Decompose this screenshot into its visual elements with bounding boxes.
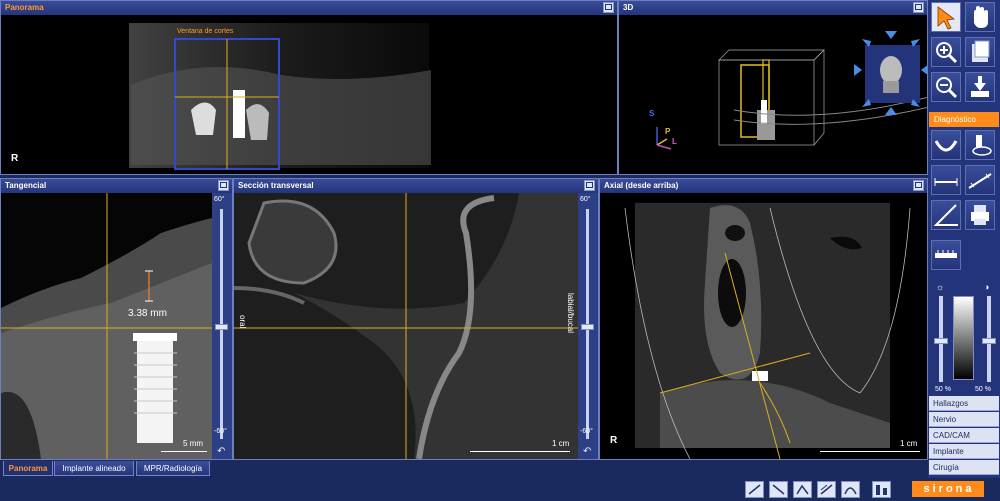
hand-icon: [974, 6, 988, 28]
zoom-out-icon: [936, 77, 958, 99]
maximize-icon[interactable]: [913, 180, 924, 191]
scale-ruler-icon: [935, 250, 957, 258]
maximize-icon[interactable]: [584, 180, 595, 191]
scale-bar: [470, 451, 570, 452]
zoom-in-button[interactable]: [931, 37, 961, 67]
slider-bottom-label: -60°: [580, 428, 593, 435]
view-mode-icon[interactable]: [745, 481, 764, 498]
maximize-icon[interactable]: [218, 180, 229, 191]
orientation-marker: R: [11, 153, 19, 164]
ruler-icon: [934, 178, 958, 186]
axis-l-label: L: [672, 137, 677, 146]
labial-bucal-label: labial/bucal: [566, 293, 575, 334]
contrast-icon: ◑: [984, 282, 990, 292]
tangential-panel: Tangencial 3.38 mm 5 mm 60° -60° ↶: [0, 178, 233, 460]
arrow-cursor-icon: [937, 6, 956, 30]
list-item-implante[interactable]: Implante: [929, 444, 999, 459]
slider-top-label: 60°: [214, 196, 225, 203]
tab-implante-alineado[interactable]: Implante alineado: [54, 461, 134, 476]
curve-edit-icon[interactable]: [841, 481, 860, 498]
contrast-slider-thumb[interactable]: [982, 338, 996, 344]
printer-icon: [971, 205, 989, 225]
pointer-tool-button[interactable]: [931, 2, 961, 32]
layout-button[interactable]: [965, 37, 995, 67]
reslice-icon[interactable]: [793, 481, 812, 498]
export-button[interactable]: [965, 72, 995, 102]
document-stack-icon: [972, 40, 990, 62]
arch-curve-icon: [934, 140, 958, 152]
panoramic-curve-button[interactable]: [931, 130, 961, 160]
tangential-view[interactable]: 3.38 mm 5 mm: [1, 193, 212, 459]
zoom-in-icon: [936, 42, 958, 64]
slider-bottom-label: -60°: [214, 428, 227, 435]
measurement-label: 3.38 mm: [128, 308, 167, 319]
slider-thumb[interactable]: [215, 324, 228, 330]
curved-measure-button[interactable]: [965, 165, 995, 195]
download-tray-icon: [971, 76, 989, 97]
pan-tool-button[interactable]: [965, 2, 995, 32]
cross-section-image: [234, 193, 578, 459]
list-item-hallazgos[interactable]: Hallazgos: [929, 396, 999, 411]
scale-label: 1 cm: [552, 439, 570, 448]
contrast-value: 50 %: [975, 386, 991, 393]
slider-thumb[interactable]: [581, 324, 594, 330]
3d-panel: 3D S P L: [618, 0, 928, 175]
tangential-title: Tangencial: [1, 179, 232, 193]
panorama-view[interactable]: Ventana de cortes R: [1, 15, 617, 174]
rotation-slider[interactable]: 60° -60° ↶: [578, 193, 598, 459]
grayscale-bar: [953, 296, 974, 380]
cross-section-title: Sección transversal: [234, 179, 598, 193]
axial-view[interactable]: R 1 cm: [600, 193, 927, 459]
orientation-marker: R: [610, 435, 618, 446]
scale-label: 5 mm: [183, 439, 203, 448]
cross-section-panel: Sección transversal oral labial/bucal 1 …: [233, 178, 599, 460]
cross-section-view[interactable]: oral labial/bucal 1 cm: [234, 193, 578, 459]
brand-logo-text: sirona: [923, 483, 975, 495]
angle-measure-button[interactable]: [931, 200, 961, 230]
zoom-out-button[interactable]: [931, 72, 961, 102]
brightness-value: 50 %: [935, 386, 951, 393]
3d-view[interactable]: S P L: [619, 15, 927, 174]
scale-label: 1 cm: [900, 439, 918, 448]
tangential-image: [1, 193, 212, 459]
annotation-tool-button[interactable]: [931, 240, 961, 270]
tools-icon[interactable]: [872, 481, 891, 498]
print-button[interactable]: [965, 200, 995, 230]
distance-measure-button[interactable]: [931, 165, 961, 195]
tab-mpr-radiologia[interactable]: MPR/Radiología: [136, 461, 210, 476]
tab-panorama[interactable]: Panorama: [3, 461, 53, 476]
axial-panel: Axial (desde arriba) R 1 cm: [599, 178, 928, 460]
3d-title: 3D: [619, 1, 927, 15]
list-item-cad-cam[interactable]: CAD/CAM: [929, 428, 999, 443]
implant-planning-button[interactable]: [965, 130, 995, 160]
slice-tool-icon[interactable]: [769, 481, 788, 498]
oral-label: oral: [238, 315, 247, 329]
brightness-slider-thumb[interactable]: [934, 338, 948, 344]
slice-window-label: Ventana de cortes: [177, 28, 234, 35]
oblique-icon[interactable]: [817, 481, 836, 498]
list-item-cirugia[interactable]: Cirugía: [929, 460, 999, 475]
rotate-icon[interactable]: ↶: [217, 446, 225, 457]
maximize-icon[interactable]: [603, 2, 614, 13]
axial-title: Axial (desde arriba): [600, 179, 927, 193]
rotation-slider[interactable]: 60° -60° ↶: [212, 193, 232, 459]
slider-top-label: 60°: [580, 196, 591, 203]
axis-p-label: P: [665, 127, 671, 136]
maximize-icon[interactable]: [913, 2, 924, 13]
3d-volume-render: [656, 31, 927, 150]
list-item-nervio[interactable]: Nervio: [929, 412, 999, 427]
axis-s-label: S: [649, 109, 655, 118]
scale-bar: [161, 451, 207, 452]
rotate-icon[interactable]: ↶: [583, 446, 591, 457]
implant-icon: [972, 135, 992, 156]
brightness-icon: ☼: [936, 282, 945, 292]
axial-image: [600, 193, 927, 459]
panorama-image: [129, 23, 431, 170]
panorama-panel: Panorama Ventana de cortes R: [0, 0, 618, 175]
scale-bar: [820, 451, 920, 452]
diagnostic-section-label[interactable]: Diagnóstico: [929, 112, 999, 127]
panorama-title: Panorama: [1, 1, 617, 15]
angle-icon: [933, 204, 958, 226]
curved-ruler-icon: [968, 173, 992, 189]
